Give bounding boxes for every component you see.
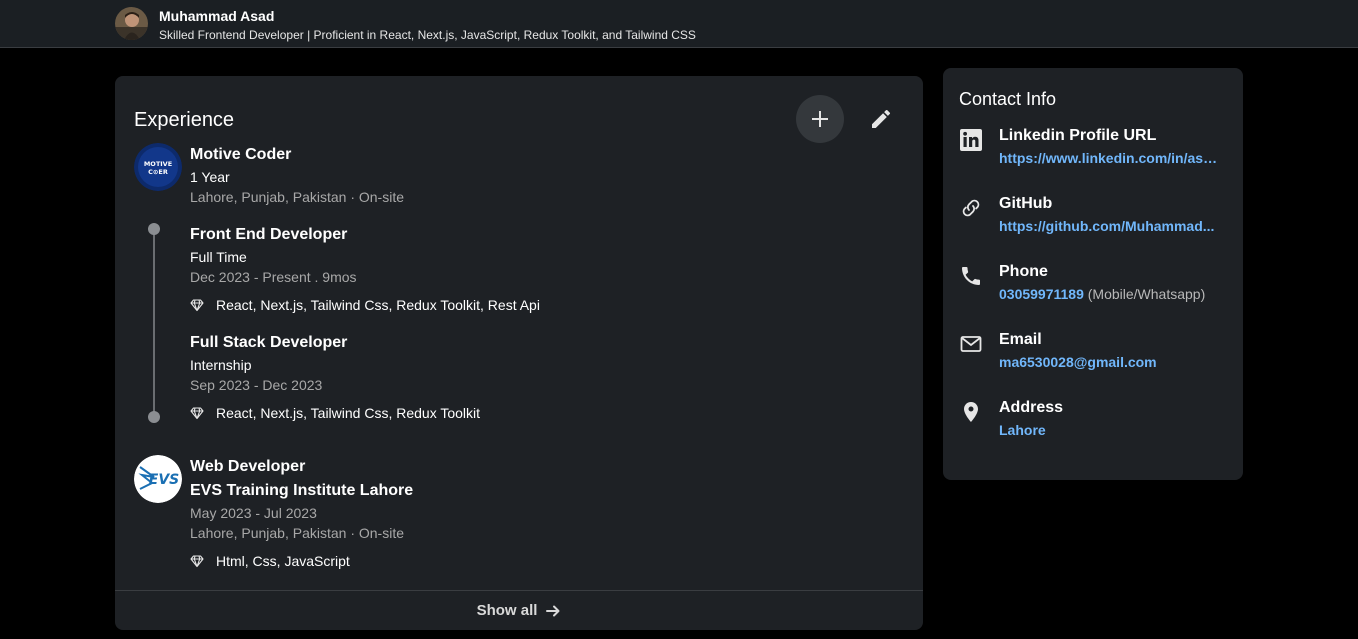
role-title[interactable]: Full Stack Developer [190,334,347,352]
linkedin-label: Linkedin Profile URL [999,127,1157,144]
link-icon [962,199,980,217]
timeline-dot [148,411,160,423]
company-location: Lahore, Punjab, Pakistan · On-site [190,189,405,205]
role-skills[interactable]: React, Next.js, Tailwind Css, Redux Tool… [216,297,540,313]
github-label: GitHub [999,195,1053,212]
phone-icon [962,267,980,285]
phone-label: Phone [999,263,1048,280]
role-dates: Sep 2023 - Dec 2023 [190,377,323,393]
role-employment-type: Full Time [190,249,247,265]
linkedin-url-link[interactable]: https://www.linkedin.com/in/asa... [999,150,1221,166]
motive-coder-logo-text-2: C⊙ER [148,168,168,176]
linkedin-icon [960,129,982,151]
phone-number[interactable]: 03059971189 [999,286,1084,302]
role-title[interactable]: Front End Developer [190,226,347,244]
pencil-icon [872,109,891,128]
github-url-link[interactable]: https://github.com/Muhammad... [999,218,1214,234]
address-link[interactable]: Lahore [999,422,1046,438]
role-skills[interactable]: React, Next.js, Tailwind Css, Redux Tool… [216,405,480,421]
profile-topbar: Muhammad Asad Skilled Frontend Developer… [0,0,1358,48]
motive-coder-logo-text: MOTIVE [144,160,172,168]
show-all-label: Show all [476,602,538,619]
company-duration: 1 Year [190,169,230,185]
address-label: Address [999,399,1064,416]
phone-note: (Mobile/Whatsapp) [1087,286,1206,302]
diamond-icon [190,299,204,312]
email-label: Email [999,331,1042,348]
email-link[interactable]: ma6530028@gmail.com [999,354,1157,370]
role-dates: Dec 2023 - Present . 9mos [190,269,357,285]
company-logo-motive-coder[interactable]: MOTIVE C⊙ER [134,143,182,191]
role-skills[interactable]: Html, Css, JavaScript [216,553,350,569]
role-dates: May 2023 - Jul 2023 [190,505,317,521]
section-title: Experience [134,109,235,131]
show-all-experiences-button[interactable]: Show all [115,590,923,630]
profile-name: Muhammad Asad [159,8,275,24]
timeline-dot [148,223,160,235]
phone-number-link[interactable]: 03059971189 (Mobile/Whatsapp) [999,286,1205,302]
company-name[interactable]: EVS Training Institute Lahore [190,482,413,500]
plus-icon [812,111,828,127]
diamond-icon [190,407,204,420]
contact-info-panel: Contact Info Linkedin Profile URL https:… [943,68,1243,480]
profile-avatar[interactable] [115,7,148,40]
company-location: Lahore, Punjab, Pakistan · On-site [190,525,405,541]
contact-info-title: Contact Info [959,89,1057,109]
role-employment-type: Internship [190,357,252,373]
arrow-right-icon [546,605,560,616]
add-experience-button[interactable] [796,95,844,143]
role-title[interactable]: Web Developer [190,458,305,476]
timeline-line [153,229,155,417]
experience-section: Experience MOTIVE C⊙ER Motive Coder 1 Ye… [115,76,923,630]
company-logo-evs[interactable]: EVS [134,455,182,503]
location-pin-icon [964,402,978,422]
evs-logo-text: EVS [149,472,179,488]
edit-experience-button[interactable] [857,95,905,143]
profile-headline: Skilled Frontend Developer | Proficient … [159,28,696,42]
diamond-icon [190,555,204,568]
company-name[interactable]: Motive Coder [190,146,291,164]
mail-icon [960,336,982,352]
